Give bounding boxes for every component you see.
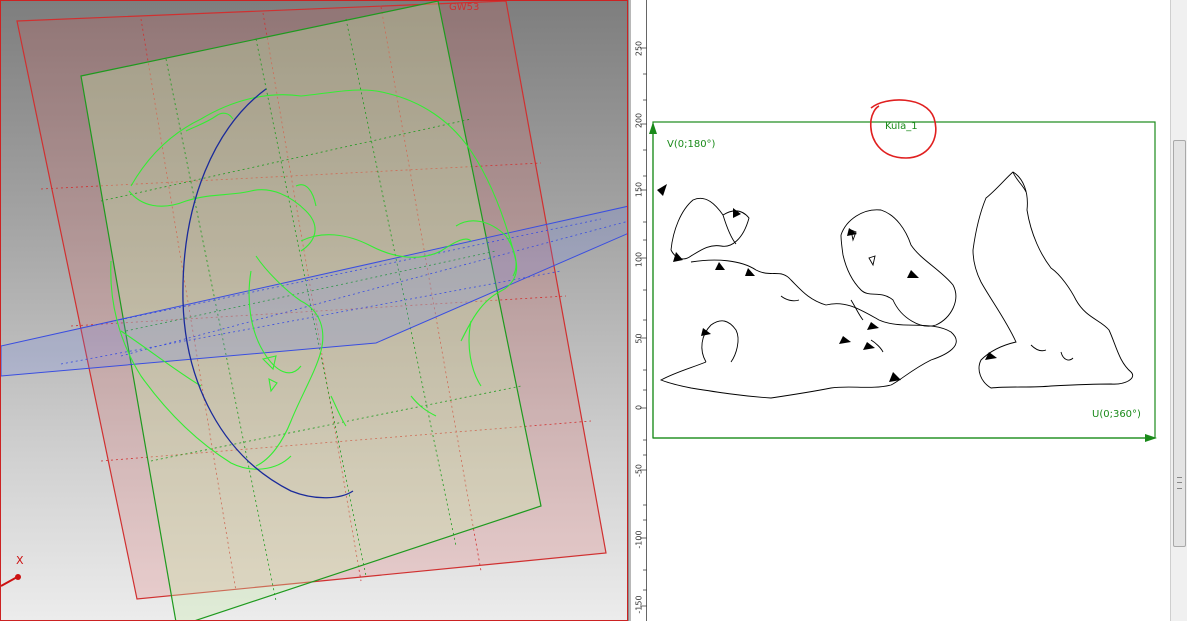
uv-markers (657, 184, 997, 382)
u-axis-label: U(0;360°) (1092, 409, 1141, 420)
uv-canvas (649, 99, 1157, 442)
x-axis-label: X (16, 554, 24, 567)
uv-continent-outlines (659, 171, 1133, 399)
uv-2d-view[interactable]: 250 200 150 100 50 0 -50 -100 -150 Kula_… (631, 0, 1170, 621)
axis-origin-dot (15, 574, 21, 580)
v-axis-arrow (649, 122, 657, 134)
uv-frame[interactable] (652, 121, 1156, 439)
3d-viewport[interactable]: GW53 X (0, 0, 628, 621)
plane-corner-label: GW53 (449, 2, 479, 13)
scrollbar-grip-icon (1177, 477, 1182, 489)
surface-name-label[interactable]: Kula_1 (885, 121, 918, 132)
v-axis-label: V(0;180°) (667, 139, 716, 150)
3d-scene: GW53 X (1, 1, 627, 620)
scrollbar-thumb[interactable] (1173, 140, 1186, 547)
vertical-scrollbar[interactable] (1170, 0, 1187, 621)
